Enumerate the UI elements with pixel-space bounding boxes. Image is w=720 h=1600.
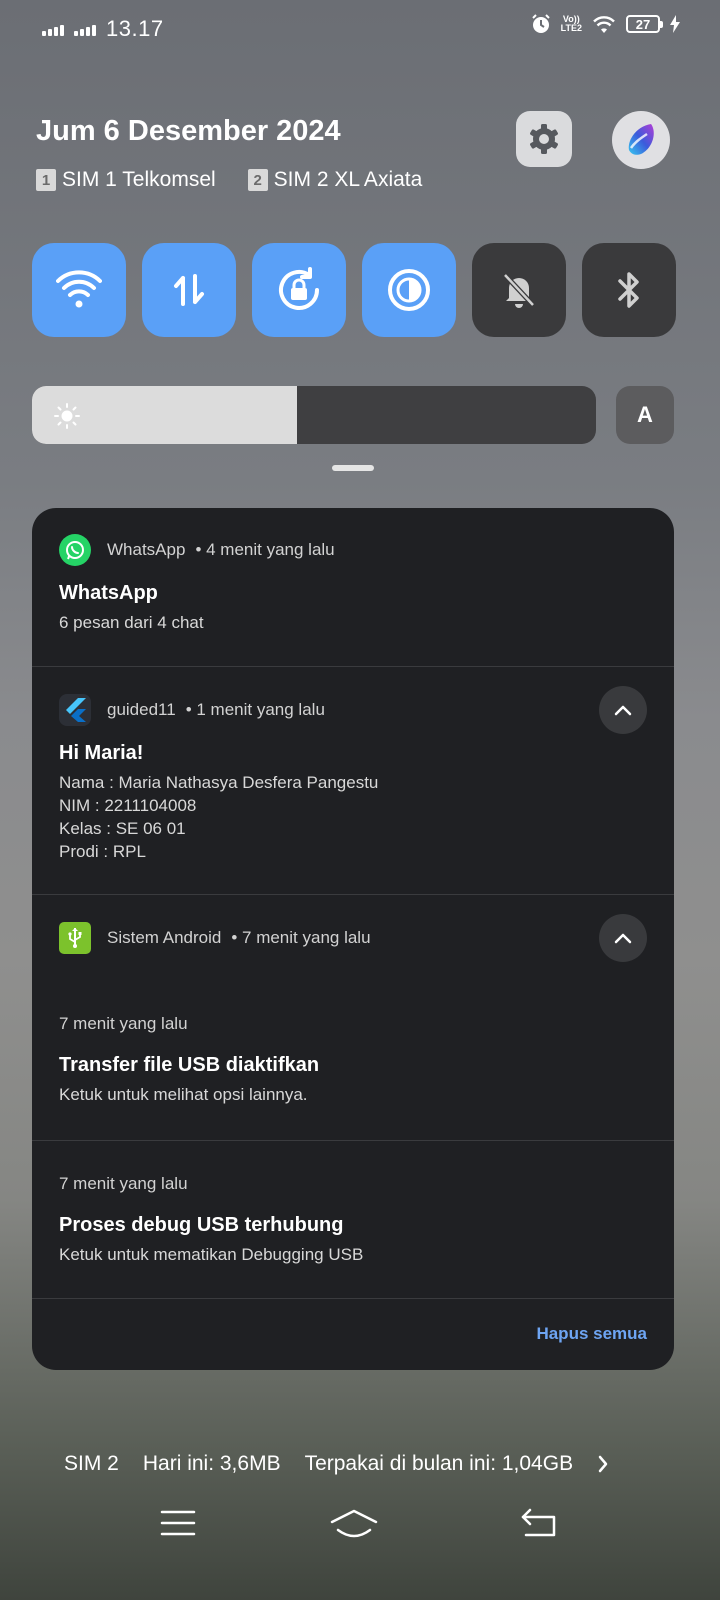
notification-header: Sistem Android • 7 menit yang lalu — [59, 922, 371, 954]
notification-app-name: WhatsApp — [107, 540, 186, 559]
notification-item-time: 7 menit yang lalu — [59, 1174, 188, 1193]
volte-icon: Vo)) LTE2 — [560, 14, 582, 33]
auto-brightness-label: A — [637, 402, 653, 427]
notification-app-name: Sistem Android — [107, 928, 222, 947]
brightness-slider[interactable] — [32, 386, 596, 444]
panel-drag-handle[interactable] — [332, 465, 374, 471]
collapse-button[interactable] — [599, 686, 647, 734]
chevron-up-icon — [614, 933, 632, 944]
data-transfer-icon — [174, 274, 204, 306]
sim1-info: 1 SIM 1 Telkomsel — [36, 168, 216, 192]
data-usage-bar[interactable]: SIM 2 Hari ini: 3,6MB Terpakai di bulan … — [64, 1452, 609, 1476]
flutter-icon — [59, 694, 91, 726]
notification-panel: WhatsApp • 4 menit yang lalu WhatsApp 6 … — [32, 508, 674, 1370]
sim1-icon: 1 — [36, 169, 56, 191]
notification-time: • 7 menit yang lalu — [231, 928, 371, 947]
rotation-lock-icon — [279, 267, 319, 310]
notification-title: Hi Maria! — [59, 742, 144, 764]
notification-usb-debug[interactable]: 7 menit yang lalu Proses debug USB terhu… — [32, 1140, 674, 1299]
notification-body: Nama : Maria Nathasya Desfera Pangestu N… — [59, 771, 378, 863]
notification-body: Ketuk untuk mematikan Debugging USB — [59, 1245, 364, 1264]
data-usage-month: Terpakai di bulan ini: 1,04GB — [304, 1452, 574, 1475]
notification-whatsapp[interactable]: WhatsApp • 4 menit yang lalu WhatsApp 6 … — [32, 508, 674, 667]
avatar-logo-icon — [628, 124, 654, 155]
wifi-icon — [56, 270, 102, 308]
notification-line: Kelas : SE 06 01 — [59, 819, 186, 838]
tile-bluetooth[interactable] — [582, 243, 676, 337]
alarm-icon — [531, 14, 550, 33]
tile-wifi[interactable] — [32, 243, 126, 337]
notification-header: guided11 • 1 menit yang lalu — [59, 694, 325, 726]
chevron-up-icon — [614, 705, 632, 716]
date-label: Jum 6 Desember 2024 — [36, 115, 341, 147]
chevron-right-icon — [598, 1455, 608, 1473]
collapse-button[interactable] — [599, 914, 647, 962]
notification-time: • 4 menit yang lalu — [195, 540, 335, 559]
quick-settings-tiles — [32, 243, 676, 337]
tile-dark-mode[interactable] — [362, 243, 456, 337]
clock: 13.17 — [106, 16, 164, 41]
back-icon[interactable] — [520, 1508, 558, 1538]
notification-group-android[interactable]: Sistem Android • 7 menit yang lalu 7 men… — [32, 894, 674, 1141]
user-avatar-button[interactable] — [612, 111, 670, 169]
signal-icon-2 — [74, 22, 96, 36]
tile-mobile-data[interactable] — [142, 243, 236, 337]
notification-body: 6 pesan dari 4 chat — [59, 613, 204, 632]
menu-icon[interactable] — [160, 1508, 196, 1538]
settings-button[interactable] — [516, 111, 572, 167]
data-usage-today: Hari ini: 3,6MB — [142, 1452, 281, 1475]
notification-guided11[interactable]: guided11 • 1 menit yang lalu Hi Maria! N… — [32, 666, 674, 895]
tile-silent[interactable] — [472, 243, 566, 337]
gear-icon — [530, 124, 558, 154]
charging-icon — [670, 15, 680, 33]
whatsapp-icon — [59, 534, 91, 566]
home-icon[interactable] — [330, 1508, 378, 1540]
notification-time: • 1 menit yang lalu — [185, 700, 325, 719]
bluetooth-icon — [618, 272, 639, 308]
notification-item-time: 7 menit yang lalu — [59, 1014, 188, 1033]
notification-line: NIM : 2211104008 — [59, 796, 197, 815]
sun-icon — [54, 403, 80, 429]
wifi-icon — [593, 16, 615, 33]
notification-header: WhatsApp • 4 menit yang lalu — [59, 534, 335, 566]
sim2-label: SIM 2 XL Axiata — [273, 168, 423, 191]
status-bar-left: 13.17 — [42, 16, 164, 42]
battery-icon: 27 — [626, 15, 663, 33]
sim1-label: SIM 1 Telkomsel — [62, 168, 216, 191]
bell-off-icon — [503, 273, 535, 308]
notification-title: Proses debug USB terhubung — [59, 1214, 344, 1236]
clear-all-button[interactable]: Hapus semua — [536, 1324, 647, 1344]
notification-app-name: guided11 — [107, 700, 176, 719]
signal-icon-1 — [42, 22, 64, 36]
notification-line: Prodi : RPL — [59, 842, 146, 861]
tile-rotation-lock[interactable] — [252, 243, 346, 337]
data-usage-sim: SIM 2 — [64, 1452, 119, 1475]
status-bar-right: Vo)) LTE2 27 — [531, 14, 680, 34]
sim2-info: 2 SIM 2 XL Axiata — [247, 168, 423, 192]
notification-body: Ketuk untuk melihat opsi lainnya. — [59, 1085, 308, 1104]
contrast-icon — [388, 269, 430, 311]
auto-brightness-button[interactable]: A — [616, 386, 674, 444]
notification-line: Nama : Maria Nathasya Desfera Pangestu — [59, 773, 379, 792]
notification-title: WhatsApp — [59, 582, 158, 604]
sim2-icon: 2 — [247, 169, 268, 191]
usb-icon — [59, 922, 91, 954]
sim-info: 1 SIM 1 Telkomsel 2 SIM 2 XL Axiata — [36, 168, 422, 192]
notification-title: Transfer file USB diaktifkan — [59, 1054, 320, 1076]
